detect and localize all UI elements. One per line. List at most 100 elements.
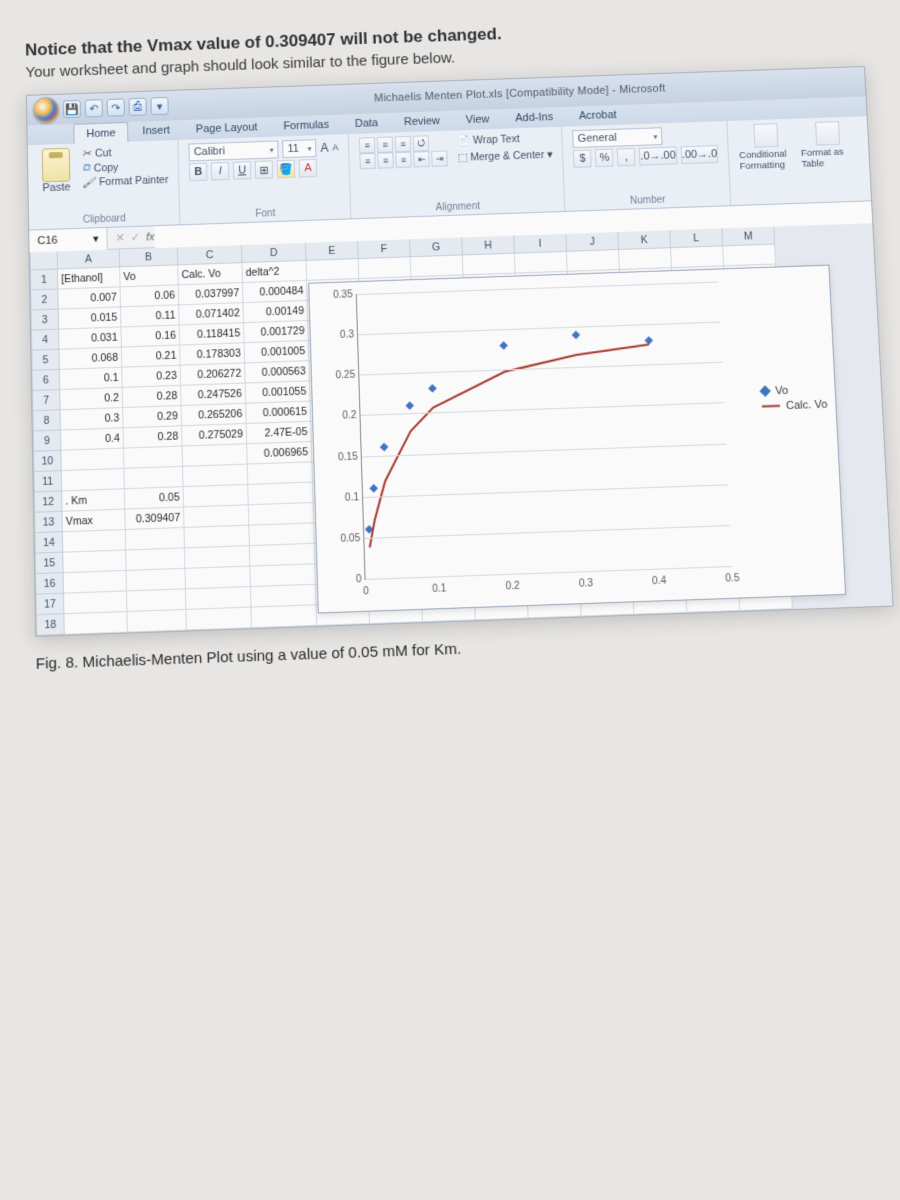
cell[interactable]: . Km (62, 489, 125, 512)
cell[interactable]: 0.015 (59, 307, 122, 329)
cell[interactable] (619, 248, 672, 270)
row-header[interactable]: 12 (34, 491, 63, 512)
cell[interactable]: 0.11 (121, 305, 180, 327)
grow-font-icon[interactable]: A (320, 141, 328, 155)
cell[interactable]: 0.001005 (245, 341, 310, 363)
cell[interactable] (64, 571, 127, 594)
cell[interactable] (248, 462, 313, 485)
tab-acrobat[interactable]: Acrobat (567, 105, 629, 127)
cell[interactable]: 0.000484 (243, 281, 308, 303)
cell[interactable]: 0.178303 (180, 343, 245, 365)
cell[interactable] (249, 503, 314, 526)
cell[interactable] (185, 567, 251, 590)
column-header[interactable]: B (120, 247, 179, 267)
align-left-icon[interactable]: ≡ (360, 153, 376, 169)
cell[interactable]: 0.29 (123, 406, 182, 428)
cell[interactable] (723, 245, 776, 267)
italic-button[interactable]: I (211, 162, 229, 180)
fx-icon[interactable]: fx (146, 231, 155, 243)
align-top-icon[interactable]: ≡ (359, 137, 375, 153)
cell[interactable] (127, 569, 186, 592)
row-header[interactable]: 7 (32, 390, 61, 411)
cell[interactable]: 0.16 (121, 325, 180, 347)
tab-review[interactable]: Review (392, 111, 453, 133)
row-header[interactable]: 14 (34, 532, 63, 553)
row-header[interactable]: 17 (36, 594, 65, 616)
worksheet-grid[interactable]: 123456789101112131415161718 ABCDEFGHIJKL… (30, 223, 893, 636)
tab-insert[interactable]: Insert (130, 120, 182, 142)
shrink-font-icon[interactable]: A (332, 142, 338, 152)
cell[interactable] (183, 444, 248, 467)
cell[interactable]: 0.1 (60, 368, 123, 390)
qat-save-icon[interactable]: 💾 (63, 100, 81, 118)
align-center-icon[interactable]: ≡ (378, 152, 394, 168)
cell[interactable]: 0.000615 (246, 401, 311, 423)
cell[interactable] (248, 483, 313, 506)
cell[interactable] (671, 246, 724, 268)
cell[interactable]: 0.068 (59, 348, 122, 370)
row-header[interactable]: 10 (33, 451, 62, 472)
qat-print-icon[interactable]: ⎙ (129, 98, 147, 116)
number-format-combo[interactable]: General▾ (572, 127, 662, 148)
cell[interactable] (64, 612, 127, 635)
font-name-combo[interactable]: Calibri▾ (189, 140, 279, 161)
indent-inc-icon[interactable]: ⇥ (431, 150, 448, 166)
cell[interactable] (307, 259, 360, 281)
format-painter-button[interactable]: Format Painter (82, 174, 168, 189)
column-header[interactable]: M (722, 227, 775, 247)
fx-cancel-icon[interactable]: ✕ (115, 231, 125, 244)
merge-center-button[interactable]: ⬚ Merge & Center ▾ (457, 148, 552, 166)
align-middle-icon[interactable]: ≡ (377, 137, 393, 153)
cell[interactable] (515, 252, 568, 274)
cell[interactable]: 0.00149 (243, 301, 308, 323)
cell[interactable]: 0.275029 (182, 424, 247, 447)
cell[interactable] (186, 608, 252, 631)
copy-button[interactable]: Copy (82, 159, 168, 175)
fx-enter-icon[interactable]: ✓ (131, 231, 141, 244)
cell[interactable] (61, 449, 124, 472)
cell[interactable] (62, 469, 125, 492)
cell[interactable] (250, 564, 316, 587)
tab-home[interactable]: Home (73, 122, 129, 144)
cell[interactable]: 0.206272 (181, 363, 246, 385)
cell[interactable] (251, 585, 317, 608)
column-header[interactable]: D (242, 243, 307, 263)
cell[interactable]: delta^2 (242, 261, 307, 283)
orientation-icon[interactable]: ⭯ (413, 135, 429, 151)
conditional-formatting-button[interactable]: Conditional Formatting (738, 123, 796, 172)
cell[interactable]: 0.007 (58, 287, 121, 309)
cell[interactable]: 0.06 (121, 285, 180, 307)
wrap-text-button[interactable]: 📄 Wrap Text (457, 131, 552, 149)
cut-button[interactable]: Cut (82, 144, 168, 160)
column-header[interactable]: C (178, 245, 243, 265)
cell[interactable]: Vo (120, 265, 179, 287)
column-header[interactable]: F (358, 239, 411, 259)
cell[interactable] (251, 605, 317, 628)
cell[interactable] (124, 467, 183, 489)
qat-more-icon[interactable]: ▾ (150, 97, 168, 115)
cell[interactable]: 0.001055 (246, 381, 311, 403)
cell[interactable] (124, 447, 183, 469)
cell[interactable] (184, 505, 249, 528)
column-header[interactable]: L (670, 228, 723, 248)
paste-button[interactable]: Paste (38, 148, 75, 195)
font-size-combo[interactable]: 11▾ (282, 139, 316, 158)
tab-data[interactable]: Data (343, 113, 391, 134)
cell[interactable]: 0.037997 (179, 283, 244, 305)
cell[interactable]: 0.23 (122, 366, 181, 388)
cell[interactable] (184, 485, 249, 508)
cell[interactable] (63, 530, 126, 553)
cell[interactable]: 0.2 (60, 388, 123, 410)
column-header[interactable]: G (410, 237, 463, 257)
cell[interactable] (126, 528, 185, 551)
dec-decimal-button[interactable]: .00→.0 (680, 145, 718, 164)
cell[interactable] (359, 257, 412, 279)
cell[interactable] (186, 587, 252, 610)
comma-button[interactable]: , (617, 148, 636, 166)
cell[interactable]: 0.118415 (180, 323, 245, 345)
cell[interactable] (127, 610, 186, 633)
row-header[interactable]: 1 (30, 270, 58, 291)
row-header[interactable]: 18 (36, 614, 65, 636)
cell[interactable] (463, 254, 516, 276)
cell[interactable]: Calc. Vo (178, 263, 243, 285)
